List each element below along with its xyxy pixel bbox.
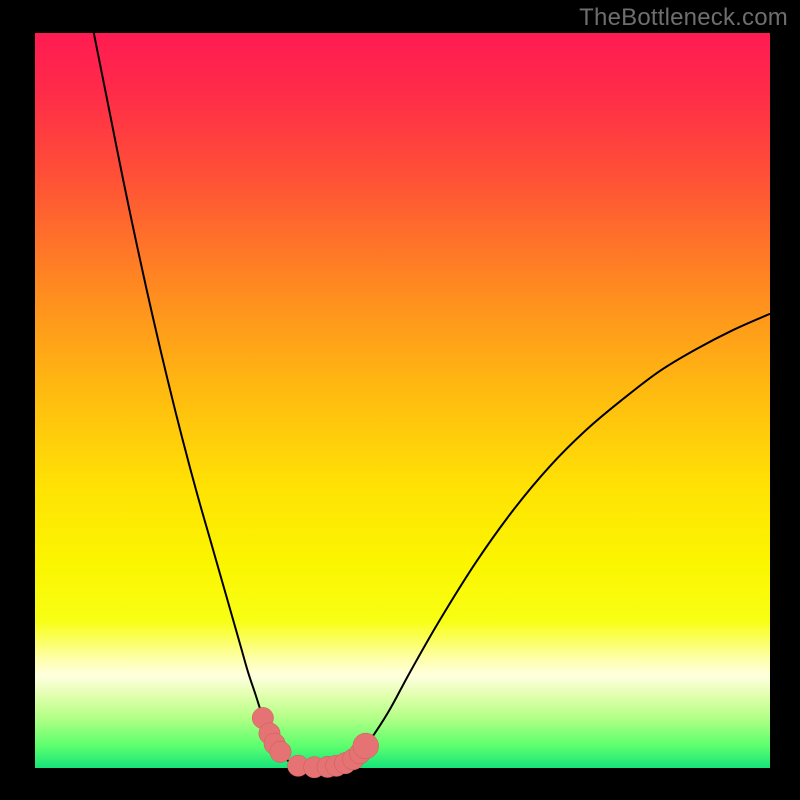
chart-frame: TheBottleneck.com — [0, 0, 800, 800]
gradient-background — [35, 33, 770, 768]
data-marker — [353, 733, 379, 759]
data-marker — [270, 741, 291, 762]
bottleneck-chart — [0, 0, 800, 800]
watermark-text: TheBottleneck.com — [579, 4, 788, 32]
